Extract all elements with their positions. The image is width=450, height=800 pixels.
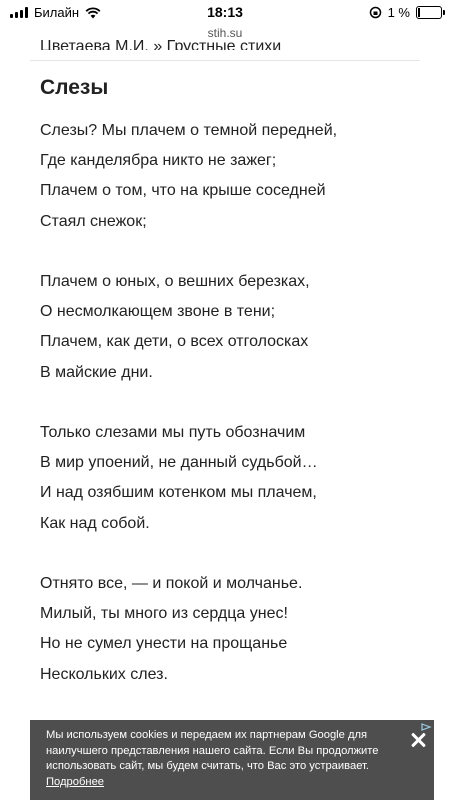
breadcrumb-separator: »: [153, 38, 163, 50]
divider: [30, 60, 420, 61]
ad-choices-icon[interactable]: [420, 722, 432, 732]
poem-line: О несмолкающем звоне в тени;: [40, 303, 276, 321]
cookie-text-block: Мы используем cookies и передаем их парт…: [46, 728, 394, 790]
poem-line: В майские дни.: [40, 363, 153, 381]
poem-line: Как над собой.: [40, 514, 150, 532]
stanza: Плачем о юных, о вешних березках, О несм…: [40, 267, 420, 388]
stanza: Отнято все, — и покой и молчанье. Милый,…: [40, 569, 420, 690]
stanza: Слезы? Мы плачем о темной передней, Где …: [40, 116, 420, 237]
battery-percent: 1 %: [387, 5, 410, 20]
poem-body: Слезы? Мы плачем о темной передней, Где …: [40, 116, 420, 720]
cookie-message: Мы используем cookies и передаем их парт…: [46, 729, 379, 772]
poem-title: Слезы: [40, 76, 109, 99]
poem-line: Слезы? Мы плачем о темной передней,: [40, 122, 338, 139]
stanza: Только слезами мы путь обозначим В мир у…: [40, 418, 420, 539]
poem-line: Только слезами мы путь обозначим: [40, 424, 306, 441]
poem-line: Отнято все, — и покой и молчанье.: [40, 575, 303, 592]
cookie-banner: Мы используем cookies и передаем их парт…: [30, 720, 434, 800]
poem-line: Нескольких слез.: [40, 665, 168, 683]
close-icon[interactable]: [410, 732, 426, 748]
poem-line: Милый, ты много из сердца унес!: [40, 605, 288, 623]
status-bar: Билайн 18:13 1 %: [0, 0, 450, 26]
poem-line: Стаял снежок;: [40, 212, 147, 230]
breadcrumb-section-link[interactable]: Грустные стихи: [167, 38, 282, 50]
poem-line: Плачем о том, что на крыше соседней: [40, 182, 326, 200]
poem-line: Плачем о юных, о вешних березках,: [40, 273, 310, 290]
poem-line: Но не сумел унести на прощанье: [40, 635, 288, 653]
breadcrumb-author-link[interactable]: Цветаева М.И.: [40, 38, 149, 50]
poem-line: И над озябшим котенком мы плачем,: [40, 484, 317, 502]
breadcrumb: Цветаева М.И. » Грустные стихи: [40, 36, 281, 50]
poem-line: Плачем, как дети, о всех отголосках: [40, 333, 309, 351]
status-right: 1 %: [369, 5, 445, 20]
poem-line: Где канделябра никто не зажег;: [40, 152, 277, 170]
poem-line: В мир упоений, не данный судьбой…: [40, 454, 318, 472]
battery-icon: [416, 6, 445, 19]
rotation-lock-icon: [369, 6, 381, 19]
cookie-more-link[interactable]: Подробнее: [46, 776, 104, 788]
